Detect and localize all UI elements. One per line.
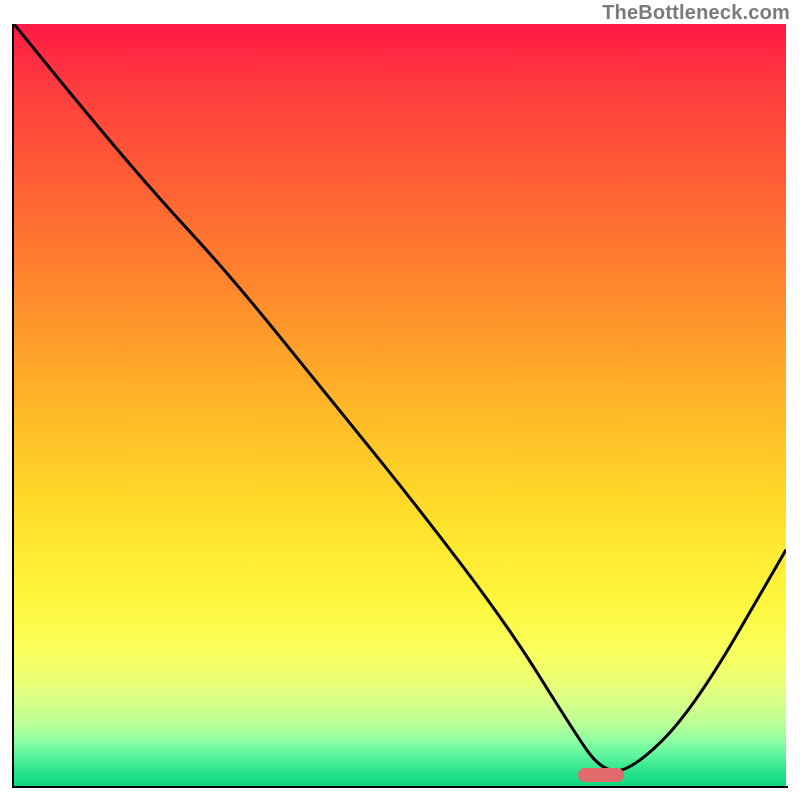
x-axis xyxy=(12,786,788,788)
watermark-label: TheBottleneck.com xyxy=(602,2,790,25)
optimal-range-marker xyxy=(578,768,624,782)
chart-curve-layer xyxy=(14,24,786,786)
bottleneck-curve-path xyxy=(14,24,786,771)
bottleneck-chart: TheBottleneck.com xyxy=(0,0,800,800)
y-axis xyxy=(12,24,14,788)
